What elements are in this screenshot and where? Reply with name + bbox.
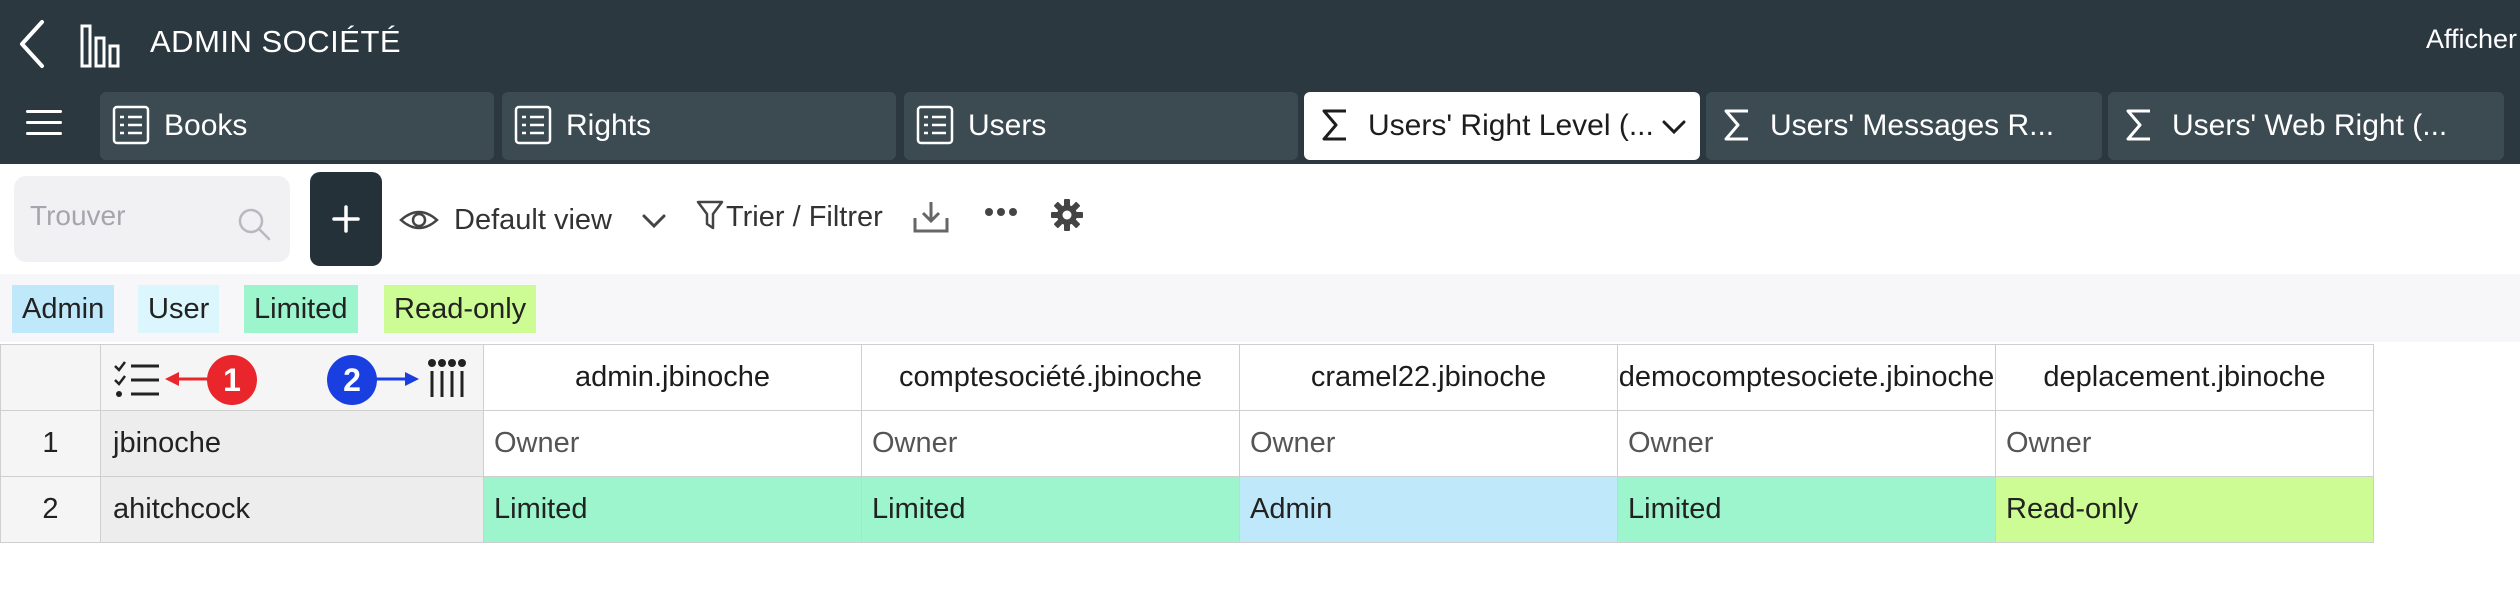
sort-filter-label: Trier / Filtrer bbox=[726, 201, 883, 233]
row-name-cell[interactable]: jbinoche bbox=[100, 410, 484, 477]
column-header[interactable]: cramel22.jbinoche bbox=[1239, 344, 1618, 411]
tab-users-web-right[interactable]: Users' Web Right (... bbox=[2108, 92, 2504, 160]
back-button[interactable] bbox=[14, 18, 54, 70]
column-header[interactable]: democomptesociete.jbinoche bbox=[1617, 344, 1996, 411]
table-cell[interactable]: Owner bbox=[1239, 410, 1618, 477]
column-header[interactable]: deplacement.jbinoche bbox=[1995, 344, 2374, 411]
tab-label: Users' Web Right (... bbox=[2172, 109, 2448, 142]
gear-icon[interactable] bbox=[1050, 198, 1084, 232]
tab-label: Books bbox=[164, 109, 248, 142]
search-box[interactable] bbox=[14, 176, 290, 262]
table-row: 1 jbinoche Owner Owner Owner Owner Owner bbox=[0, 410, 2374, 477]
legend-user[interactable]: User bbox=[138, 285, 220, 333]
search-icon[interactable] bbox=[234, 204, 274, 244]
legend-bar: Admin User Limited Read-only bbox=[0, 274, 2520, 342]
view-label: Default view bbox=[454, 204, 612, 236]
first-column-header[interactable]: 1 2 bbox=[100, 344, 484, 411]
header-row: 1 2 admin.jbinoche comptesociété.jbinoch… bbox=[0, 344, 2374, 411]
tab-users[interactable]: Users bbox=[904, 92, 1298, 160]
download-icon[interactable] bbox=[912, 200, 950, 234]
tab-label: Users' Right Level (... bbox=[1368, 109, 1654, 142]
column-header[interactable]: admin.jbinoche bbox=[483, 344, 862, 411]
table-cell[interactable]: Owner bbox=[1995, 410, 2374, 477]
left-arrow-icon bbox=[165, 372, 209, 386]
row-number-header[interactable] bbox=[0, 344, 101, 411]
sigma-icon bbox=[1322, 109, 1346, 141]
tab-label: Rights bbox=[566, 109, 652, 142]
top-bar: ADMIN SOCIÉTÉ Afficher bbox=[0, 0, 2520, 92]
filter-icon bbox=[696, 200, 724, 230]
chevron-down-icon bbox=[642, 214, 666, 229]
toolbar: Default view Trier / Filtrer bbox=[0, 164, 2520, 274]
annotation-marker-1: 1 bbox=[207, 355, 257, 405]
sigma-icon bbox=[2126, 109, 2150, 141]
bar-chart-icon bbox=[78, 22, 124, 70]
display-menu[interactable]: Afficher bbox=[2426, 24, 2517, 55]
table-cell[interactable]: Limited bbox=[861, 476, 1240, 543]
sigma-icon bbox=[1724, 109, 1748, 141]
app-title: ADMIN SOCIÉTÉ bbox=[150, 24, 402, 59]
tab-label: Users bbox=[968, 109, 1047, 142]
tab-users-right-level[interactable]: Users' Right Level (... bbox=[1304, 92, 1700, 160]
table-cell[interactable]: Limited bbox=[483, 476, 862, 543]
tab-label: Users' Messages R... bbox=[1770, 109, 2055, 142]
chevron-down-icon[interactable] bbox=[1660, 114, 1688, 140]
chevron-left-icon bbox=[20, 20, 44, 68]
row-number[interactable]: 2 bbox=[0, 476, 101, 543]
table-cell[interactable]: Limited bbox=[1617, 476, 1996, 543]
table-cell[interactable]: Owner bbox=[861, 410, 1240, 477]
table-row: 2 ahitchcock Limited Limited Admin Limit… bbox=[0, 476, 2374, 543]
legend-limited[interactable]: Limited bbox=[244, 285, 358, 333]
tab-books[interactable]: Books bbox=[100, 92, 494, 160]
table-cell[interactable]: Owner bbox=[1617, 410, 1996, 477]
tab-users-messages-rights[interactable]: Users' Messages R... bbox=[1706, 92, 2102, 160]
hamburger-menu-icon[interactable] bbox=[26, 110, 62, 140]
table-cell[interactable]: Owner bbox=[483, 410, 862, 477]
column-header[interactable]: comptesociété.jbinoche bbox=[861, 344, 1240, 411]
right-arrow-icon bbox=[375, 372, 419, 386]
row-name-cell[interactable]: ahitchcock bbox=[100, 476, 484, 543]
search-input[interactable] bbox=[30, 196, 230, 236]
annotation-marker-2: 2 bbox=[327, 355, 377, 405]
table-cell[interactable]: Admin bbox=[1239, 476, 1618, 543]
data-grid: 1 2 admin.jbinoche comptesociété.jbinoch… bbox=[0, 344, 2374, 543]
list-icon bbox=[112, 105, 150, 145]
column-options-icon[interactable] bbox=[425, 357, 469, 401]
legend-admin[interactable]: Admin bbox=[12, 285, 115, 333]
tab-bar: Books Rights Users Users' Right Level (.… bbox=[0, 92, 2520, 164]
more-options-icon[interactable] bbox=[984, 202, 1018, 222]
legend-read-only[interactable]: Read-only bbox=[384, 285, 537, 333]
checklist-icon[interactable] bbox=[113, 359, 163, 399]
list-icon bbox=[514, 105, 552, 145]
plus-icon bbox=[332, 205, 360, 233]
table-cell[interactable]: Read-only bbox=[1995, 476, 2374, 543]
tab-rights[interactable]: Rights bbox=[502, 92, 896, 160]
row-number[interactable]: 1 bbox=[0, 410, 101, 477]
list-icon bbox=[916, 105, 954, 145]
add-record-button[interactable] bbox=[310, 172, 382, 266]
eye-icon bbox=[399, 210, 439, 230]
